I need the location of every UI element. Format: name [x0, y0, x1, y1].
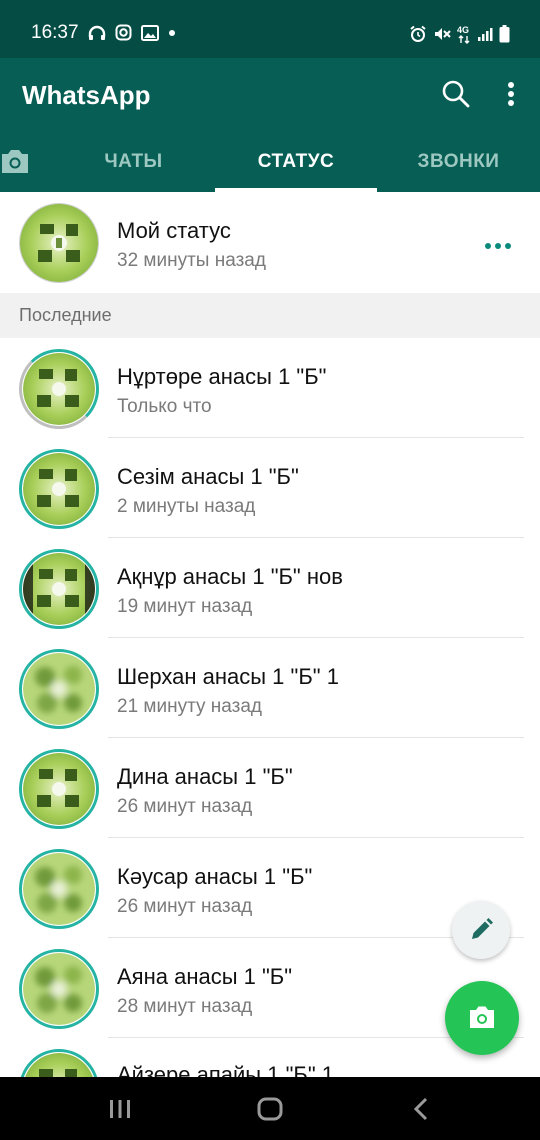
blurred-image	[23, 853, 95, 925]
my-status-avatar	[20, 204, 98, 282]
status-time: 21 минуту назад	[117, 696, 262, 717]
tab-status[interactable]: СТАТУС	[215, 140, 377, 192]
camera-status-button[interactable]	[445, 981, 519, 1055]
tab-chats[interactable]: ЧАТЫ	[52, 140, 215, 192]
status-row[interactable]: Ақнұр анасы 1 "Б" нов 19 минут назад	[0, 538, 540, 638]
recycle-image	[23, 753, 95, 825]
status-contact-name: Аяна анасы 1 "Б"	[117, 964, 293, 989]
status-avatar	[23, 753, 95, 825]
text-status-button[interactable]	[452, 901, 510, 959]
status-time: 19 минут назад	[117, 596, 253, 617]
instagram-icon	[115, 24, 132, 41]
status-contact-name: Шерхан анасы 1 "Б" 1	[117, 664, 339, 689]
blurred-image	[23, 653, 95, 725]
status-avatar	[23, 653, 95, 725]
my-status-row[interactable]: Мой статус 32 минуты назад	[0, 192, 540, 293]
system-navigation-bar	[0, 1077, 540, 1140]
camera-icon	[2, 150, 28, 173]
overflow-menu-button[interactable]	[498, 78, 524, 110]
status-time: Только что	[117, 396, 212, 417]
dot-icon	[169, 29, 175, 36]
status-time: 2 минуты назад	[117, 496, 256, 517]
status-time: 28 минут назад	[117, 996, 253, 1017]
app-title: WhatsApp	[22, 80, 151, 110]
tab-camera[interactable]	[0, 140, 52, 192]
my-status-more-button[interactable]	[484, 238, 512, 249]
back-icon[interactable]	[412, 1097, 430, 1121]
blurred-image	[23, 953, 95, 1025]
status-time: 26 минут назад	[117, 896, 253, 917]
status-avatar	[23, 953, 95, 1025]
system-status-bar: 16:37 4G	[0, 0, 540, 58]
recent-section-header: Последние	[0, 293, 540, 338]
recycle-image	[23, 453, 95, 525]
my-status-time: 32 минуты назад	[117, 250, 266, 271]
status-contact-name: Дина анасы 1 "Б"	[117, 764, 293, 789]
status-contact-name: Сезім анасы 1 "Б"	[117, 464, 299, 489]
status-contact-name: Ақнұр анасы 1 "Б" нов	[117, 564, 343, 589]
mute-icon	[435, 28, 451, 40]
more-horizontal-icon	[485, 243, 511, 249]
status-time: 26 минут назад	[117, 796, 253, 817]
headphones-icon	[88, 25, 106, 40]
pencil-icon	[472, 918, 493, 939]
alarm-icon	[410, 25, 426, 42]
gallery-icon	[141, 24, 159, 41]
search-button[interactable]	[440, 78, 472, 110]
status-row[interactable]: Шерхан анасы 1 "Б" 1 21 минуту назад	[0, 638, 540, 738]
status-row[interactable]: Нұртөре анасы 1 "Б" Только что	[0, 338, 540, 438]
more-vertical-icon	[508, 82, 514, 106]
battery-icon	[499, 25, 510, 43]
my-status-title: Мой статус	[117, 218, 231, 243]
status-avatar	[23, 853, 95, 925]
recycle-image	[20, 204, 98, 282]
camera-icon	[470, 1006, 494, 1028]
app-bar: WhatsApp ЧАТЫ СТАТУС ЗВОНКИ	[0, 58, 540, 192]
recycle-image	[23, 553, 95, 625]
status-row[interactable]: Сезім анасы 1 "Б" 2 минуты назад	[0, 438, 540, 538]
status-avatar	[23, 353, 95, 425]
recent-apps-icon[interactable]	[108, 1099, 132, 1119]
status-contact-name: Кәусар анасы 1 "Б"	[117, 864, 313, 889]
status-avatar	[23, 453, 95, 525]
search-icon	[442, 80, 470, 108]
svg-text:4G: 4G	[457, 25, 469, 35]
home-icon[interactable]	[257, 1097, 283, 1121]
tab-calls[interactable]: ЗВОНКИ	[377, 140, 540, 192]
network-4g-icon: 4G	[457, 25, 470, 44]
status-contact-name: Нұртөре анасы 1 "Б"	[117, 364, 327, 389]
status-avatar	[23, 553, 95, 625]
signal-icon	[478, 28, 493, 41]
clock: 16:37	[31, 22, 79, 43]
recycle-image	[23, 353, 95, 425]
recent-label: Последние	[19, 305, 112, 325]
status-row[interactable]: Дина анасы 1 "Б" 26 минут назад	[0, 738, 540, 838]
